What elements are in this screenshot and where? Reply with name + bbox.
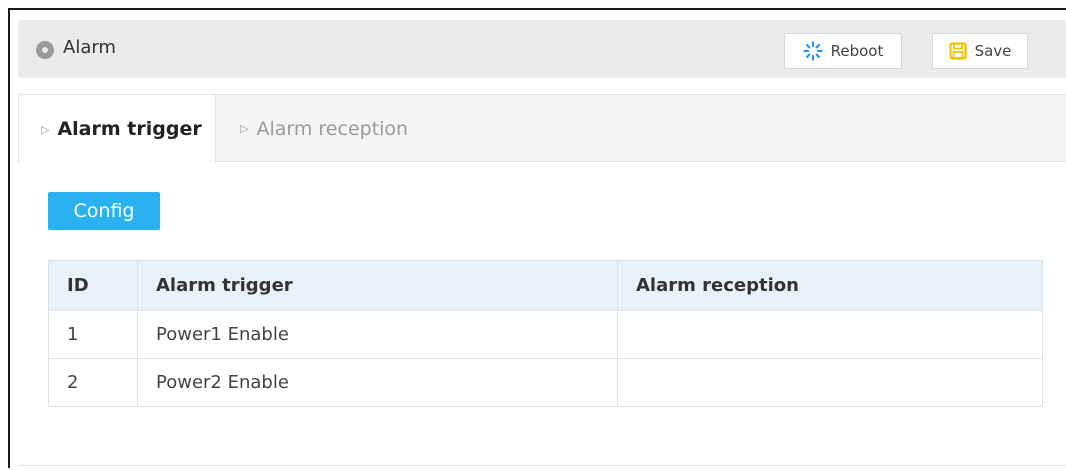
panel-frame: Alarm Reboot Save ▷ Alarm trigger ▷ Alar… [8,8,1066,468]
cell-id: 1 [48,310,138,359]
location-pin-icon [36,41,54,59]
config-button[interactable]: Config [48,192,160,230]
cell-alarm-reception [617,358,1043,407]
tab-label: Alarm reception [256,117,409,140]
tab-alarm-trigger[interactable]: ▷ Alarm trigger [18,95,216,163]
tab-bar: ▷ Alarm trigger ▷ Alarm reception [18,94,1066,163]
column-header-alarm-reception: Alarm reception [617,260,1043,311]
column-header-id: ID [48,260,138,311]
cell-alarm-trigger: Power1 Enable [137,310,618,359]
tab-label: Alarm trigger [57,118,202,140]
save-button[interactable]: Save [932,33,1028,69]
save-label: Save [974,42,1012,60]
reboot-icon [803,41,823,61]
alarm-table: ID Alarm trigger Alarm reception 1 Power… [48,260,1043,407]
cell-id: 2 [48,358,138,407]
reboot-button[interactable]: Reboot [784,33,902,69]
title-bar: Alarm Reboot Save [18,20,1066,78]
save-icon [948,42,967,60]
table-row[interactable]: 1 Power1 Enable [48,310,1043,359]
page-title: Alarm [63,37,116,58]
cell-alarm-trigger: Power2 Enable [137,358,618,407]
chevron-right-icon: ▷ [240,122,249,135]
table-header-row: ID Alarm trigger Alarm reception [48,260,1043,311]
table-row[interactable]: 2 Power2 Enable [48,358,1043,407]
chevron-right-icon: ▷ [41,122,50,136]
reboot-label: Reboot [830,42,884,60]
divider [18,465,1066,466]
cell-alarm-reception [617,310,1043,359]
column-header-alarm-trigger: Alarm trigger [137,260,618,311]
tab-alarm-reception[interactable]: ▷ Alarm reception [240,95,408,162]
